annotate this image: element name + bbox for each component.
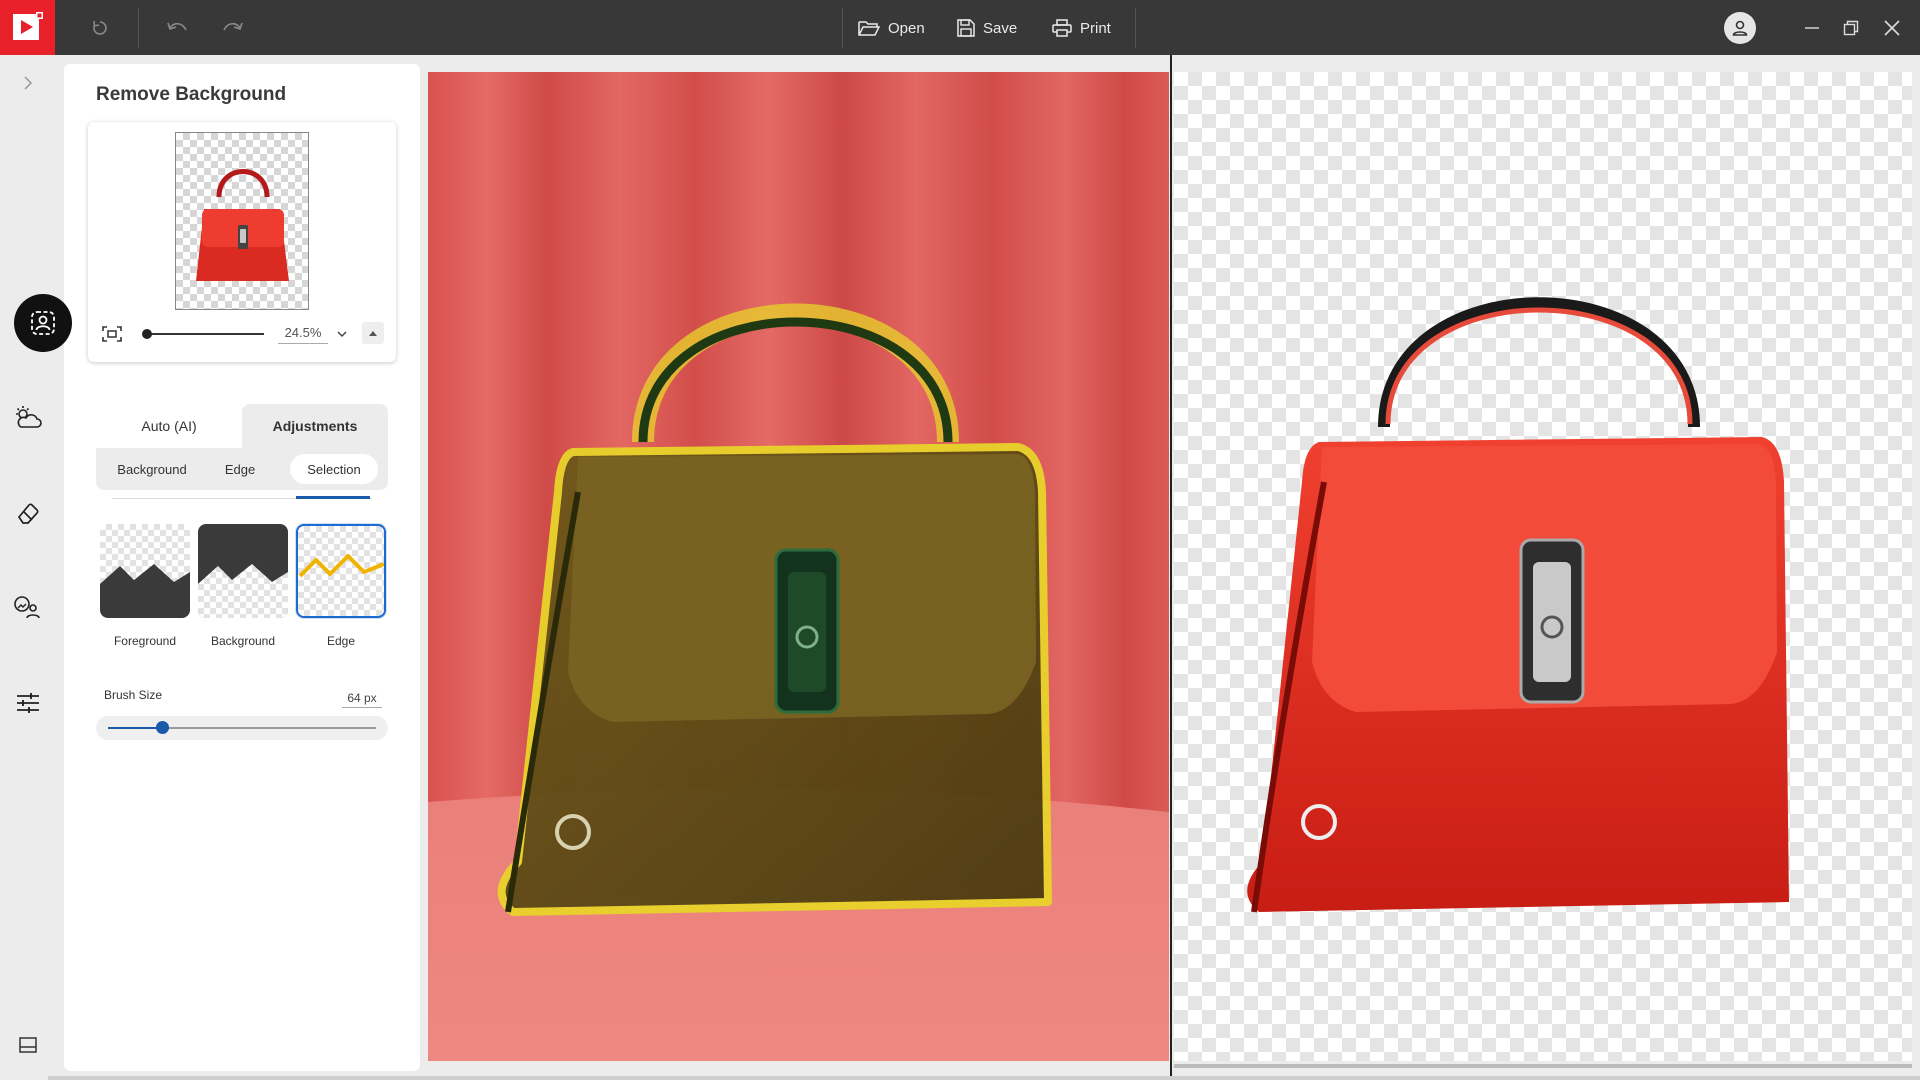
active-subtab-indicator <box>296 496 370 499</box>
foreground-brush-tile[interactable] <box>100 524 190 618</box>
restore-button[interactable] <box>1835 12 1867 44</box>
zoom-slider-track[interactable] <box>146 333 264 335</box>
adjustment-subtabs: Background Edge Selection <box>96 448 388 490</box>
save-disk-icon <box>957 19 975 37</box>
folder-open-icon <box>858 21 880 36</box>
tool-label-foreground: Foreground <box>113 634 177 648</box>
open-button[interactable]: Open <box>858 12 925 44</box>
eraser-tool-button[interactable] <box>8 493 48 533</box>
chevron-down-icon <box>337 331 347 338</box>
cutout-result <box>1247 297 1789 913</box>
replace-background-tool-button[interactable] <box>8 587 48 627</box>
navigator-card: 24.5% <box>88 122 396 362</box>
collapse-navigator-button[interactable] <box>362 322 384 344</box>
save-label: Save <box>983 19 1018 37</box>
brush-slider-handle[interactable] <box>155 721 169 734</box>
result-scrollbar[interactable] <box>1174 1064 1912 1068</box>
subtab-selection[interactable]: Selection <box>290 454 378 484</box>
sliders-icon <box>17 693 39 713</box>
split-view-divider[interactable] <box>1170 55 1172 1080</box>
mountain-foreground-icon <box>100 564 190 618</box>
toolbar-separator <box>842 8 843 48</box>
panel-toggle-icon <box>19 1037 37 1053</box>
save-button[interactable]: Save <box>957 12 1017 44</box>
printer-icon <box>1052 19 1072 37</box>
brush-size-value[interactable]: 64 px <box>342 691 382 708</box>
title-bar: Open Save Print <box>0 0 1920 55</box>
edge-brush-tile[interactable] <box>296 524 386 618</box>
tab-adjustments[interactable]: Adjustments <box>242 404 388 448</box>
tool-label-edge: Edge <box>326 634 356 648</box>
zoom-value[interactable]: 24.5% <box>278 325 328 344</box>
weather-tool-button[interactable] <box>8 398 48 438</box>
minimize-icon <box>1805 27 1819 29</box>
portrait-icon <box>31 311 55 335</box>
eraser-icon <box>17 503 39 524</box>
open-label: Open <box>888 19 925 37</box>
replace-background-icon <box>14 596 40 619</box>
edit-canvas[interactable] <box>428 72 1169 1061</box>
panel-title: Remove Background <box>96 84 287 105</box>
panel-toggle-button[interactable] <box>8 1025 48 1065</box>
remove-background-tool-button[interactable] <box>14 294 72 352</box>
app-logo[interactable] <box>0 0 55 55</box>
account-avatar[interactable] <box>1724 12 1756 44</box>
subtab-edge[interactable]: Edge <box>206 454 274 484</box>
mode-tabs: Auto (AI) Adjustments <box>96 404 388 452</box>
chevron-right-icon <box>24 76 33 90</box>
toolbar-separator <box>138 8 139 48</box>
minimize-button[interactable] <box>1796 12 1828 44</box>
tab-auto-ai[interactable]: Auto (AI) <box>96 404 242 448</box>
print-button[interactable]: Print <box>1052 12 1111 44</box>
fit-to-screen-icon[interactable] <box>100 322 124 346</box>
weather-icon <box>16 406 42 428</box>
close-button[interactable] <box>1876 12 1908 44</box>
subtab-background[interactable]: Background <box>102 454 202 484</box>
horizontal-scrollbar[interactable] <box>48 1076 1920 1080</box>
brush-size-label: Brush Size <box>104 688 163 702</box>
toolbar-separator <box>1135 8 1136 48</box>
mountain-background-icon <box>198 564 288 618</box>
print-label: Print <box>1080 19 1111 37</box>
undo-icon[interactable] <box>161 12 193 44</box>
redo-icon[interactable] <box>217 12 249 44</box>
play-logo-icon <box>13 12 43 40</box>
preview-thumbnail[interactable] <box>175 132 309 310</box>
caret-up-icon <box>369 331 377 336</box>
close-icon <box>1884 20 1900 36</box>
remove-background-panel: Remove Background 24.5% Auto (AI) Adjust… <box>64 64 420 1071</box>
restore-icon <box>1843 20 1859 36</box>
tool-label-background: Background <box>210 634 276 648</box>
user-icon <box>1732 20 1748 36</box>
zoom-slider-handle[interactable] <box>142 329 152 339</box>
handbag-thumbnail <box>196 169 289 281</box>
original-photo <box>428 72 1169 1061</box>
background-brush-tile[interactable] <box>198 524 288 618</box>
zoom-dropdown-button[interactable] <box>334 326 350 342</box>
expand-panel-button[interactable] <box>8 63 48 103</box>
reset-icon[interactable] <box>84 12 116 44</box>
zigzag-edge-icon <box>298 554 384 578</box>
result-canvas[interactable] <box>1174 72 1912 1061</box>
tool-rail <box>0 55 56 1080</box>
brush-slider-fill <box>108 727 162 729</box>
adjustments-tool-button[interactable] <box>8 683 48 723</box>
